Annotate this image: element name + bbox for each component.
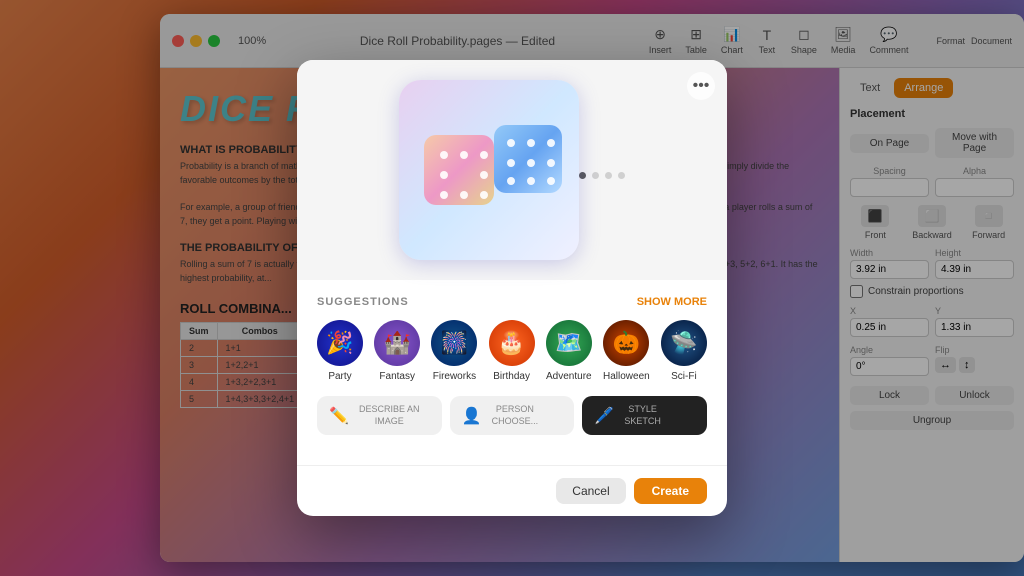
create-button[interactable]: Create: [634, 478, 707, 504]
modal-image-area: •••: [297, 60, 727, 280]
fireworks-label: Fireworks: [433, 371, 476, 382]
style-text: STYLE SKETCH: [624, 404, 661, 427]
style-icon: 🖊️: [592, 406, 616, 426]
party-icon: 🎉: [317, 320, 363, 366]
adventure-label: Adventure: [546, 371, 592, 382]
modal-options: ✏️ DESCRIBE AN IMAGE 👤 PERSON CHOOSE... …: [317, 396, 707, 435]
describe-icon: ✏️: [327, 406, 351, 426]
fantasy-icon: 🏰: [374, 320, 420, 366]
suggestion-fantasy[interactable]: 🏰 Fantasy: [374, 320, 420, 382]
birthday-icon: 🎂: [489, 320, 535, 366]
describe-image-button[interactable]: ✏️ DESCRIBE AN IMAGE: [317, 396, 442, 435]
suggestion-fireworks[interactable]: 🎆 Fireworks: [431, 320, 477, 382]
suggestion-adventure[interactable]: 🗺️ Adventure: [546, 320, 592, 382]
modal-footer: Cancel Create: [297, 465, 727, 516]
dot-4[interactable]: [618, 172, 625, 179]
image-generation-modal: •••: [297, 60, 727, 516]
modal-overlay: •••: [0, 0, 1024, 576]
dice-preview-image: [399, 80, 579, 260]
halloween-icon: 🎃: [603, 320, 649, 366]
halloween-label: Halloween: [603, 371, 650, 382]
modal-body: SUGGESTIONS SHOW MORE 🎉 Party 🏰 Fantasy …: [297, 280, 727, 465]
show-more-button[interactable]: SHOW MORE: [637, 296, 707, 308]
suggestion-halloween[interactable]: 🎃 Halloween: [603, 320, 650, 382]
party-label: Party: [328, 371, 351, 382]
scifi-label: Sci-Fi: [671, 371, 697, 382]
describe-text: DESCRIBE AN IMAGE: [359, 404, 420, 427]
carousel-dots: [579, 160, 625, 179]
fireworks-icon: 🎆: [431, 320, 477, 366]
suggestions-row: 🎉 Party 🏰 Fantasy 🎆 Fireworks 🎂 Birthday…: [317, 320, 707, 382]
person-text: PERSON CHOOSE...: [492, 404, 539, 427]
suggestion-birthday[interactable]: 🎂 Birthday: [489, 320, 535, 382]
dot-2[interactable]: [592, 172, 599, 179]
dice-svg: [409, 100, 569, 240]
style-button[interactable]: 🖊️ STYLE SKETCH: [582, 396, 707, 435]
more-options-button[interactable]: •••: [687, 72, 715, 100]
suggestion-party[interactable]: 🎉 Party: [317, 320, 363, 382]
person-icon: 👤: [460, 406, 484, 426]
fantasy-label: Fantasy: [379, 371, 415, 382]
cancel-button[interactable]: Cancel: [556, 478, 625, 504]
birthday-label: Birthday: [493, 371, 530, 382]
person-button[interactable]: 👤 PERSON CHOOSE...: [450, 396, 575, 435]
scifi-icon: 🛸: [661, 320, 707, 366]
suggestion-scifi[interactable]: 🛸 Sci-Fi: [661, 320, 707, 382]
adventure-icon: 🗺️: [546, 320, 592, 366]
dot-3[interactable]: [605, 172, 612, 179]
suggestions-label: SUGGESTIONS: [317, 296, 409, 308]
dot-1[interactable]: [579, 172, 586, 179]
suggestions-header: SUGGESTIONS SHOW MORE: [317, 296, 707, 308]
